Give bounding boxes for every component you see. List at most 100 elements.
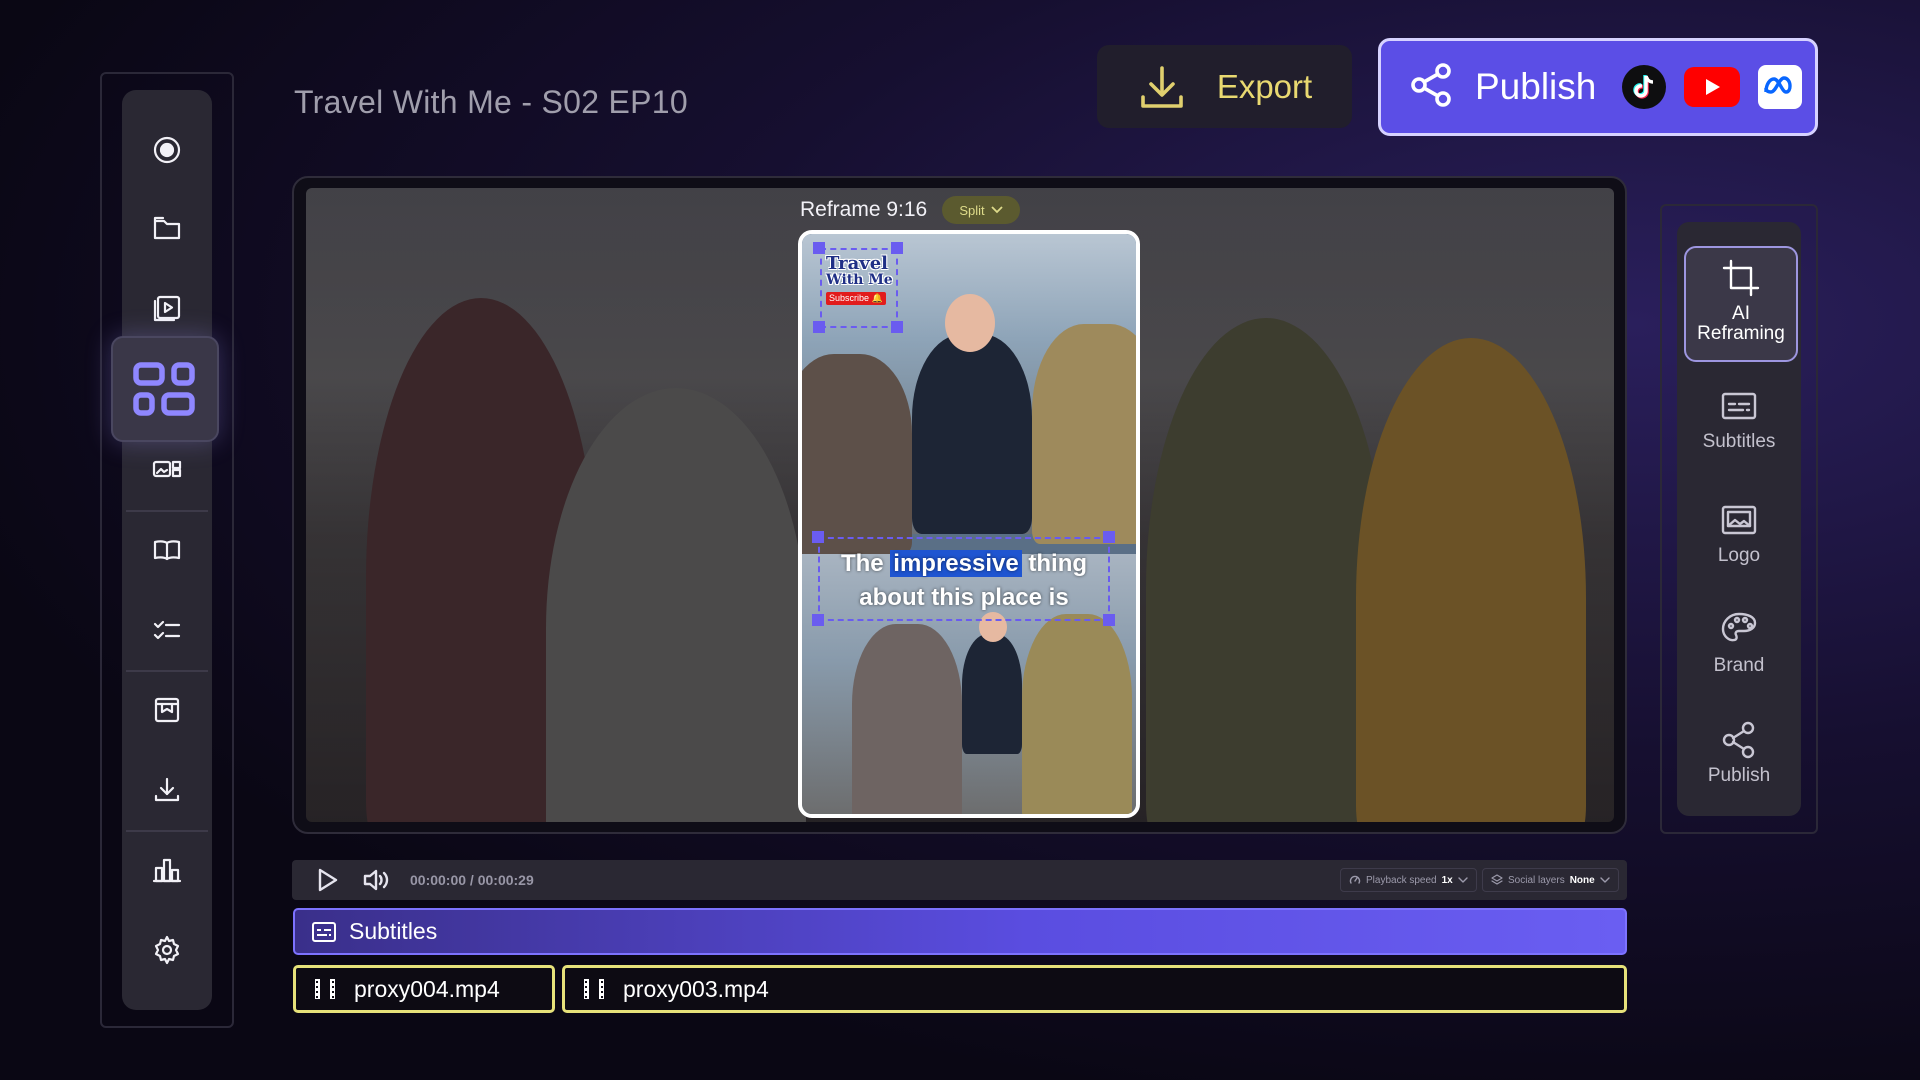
subtitles-track[interactable]: Subtitles bbox=[293, 908, 1627, 955]
logo-tool[interactable]: Logo bbox=[1686, 500, 1792, 566]
caption-text: The impressive thing about this place is bbox=[820, 547, 1108, 615]
logo-overlay[interactable]: Travel With Me Subscribe 🔔 bbox=[820, 248, 898, 328]
analytics-icon bbox=[152, 858, 182, 883]
tasks-button[interactable] bbox=[122, 600, 212, 660]
resize-handle[interactable] bbox=[891, 321, 903, 333]
publish-label: Publish bbox=[1475, 66, 1597, 107]
split-label: Split bbox=[959, 202, 985, 218]
publish-tool[interactable]: Publish bbox=[1686, 720, 1792, 786]
sidebar-divider bbox=[126, 830, 208, 832]
ai-reframing-label-2: Reframing bbox=[1697, 323, 1785, 344]
share-icon bbox=[1722, 721, 1755, 759]
record-button[interactable] bbox=[122, 120, 212, 180]
projects-button[interactable] bbox=[122, 198, 212, 258]
analytics-button[interactable] bbox=[122, 840, 212, 900]
sidebar bbox=[122, 90, 212, 1010]
archive-button[interactable] bbox=[122, 680, 212, 740]
play-icon[interactable] bbox=[314, 867, 340, 893]
transport-bar: 00:00:00 / 00:00:29 Playback speed 1x So… bbox=[292, 860, 1627, 900]
presenter bbox=[912, 334, 1032, 534]
gear-icon bbox=[154, 935, 180, 965]
playback-speed-dropdown[interactable]: Playback speed 1x bbox=[1340, 868, 1477, 892]
publish-button[interactable]: Publish bbox=[1378, 38, 1818, 136]
subtitles-track-label: Subtitles bbox=[349, 918, 438, 944]
export-button[interactable]: Export bbox=[1097, 45, 1352, 128]
download-button[interactable] bbox=[122, 760, 212, 820]
caption-line-2: about this place is bbox=[859, 584, 1069, 611]
folder-icon bbox=[153, 216, 181, 240]
logo-tool-label: Logo bbox=[1717, 545, 1761, 566]
channel-logo: Travel With Me Subscribe 🔔 bbox=[826, 255, 896, 306]
logo-title-line2: With Me bbox=[826, 272, 893, 288]
resize-handle[interactable] bbox=[812, 531, 824, 543]
caption-word: thing bbox=[1028, 550, 1088, 577]
ai-reframing-label-1: AI bbox=[1732, 303, 1750, 324]
background-person bbox=[1146, 318, 1386, 822]
brand-tool-label: Brand bbox=[1713, 655, 1765, 676]
clip-filename: proxy003.mp4 bbox=[623, 975, 769, 1002]
resize-handle[interactable] bbox=[813, 242, 825, 254]
caption-overlay[interactable]: The impressive thing about this place is bbox=[818, 537, 1110, 621]
subtitles-icon bbox=[1721, 392, 1757, 420]
brand-tool[interactable]: Brand bbox=[1686, 610, 1792, 676]
sidebar-divider bbox=[126, 670, 208, 672]
settings-button[interactable] bbox=[122, 920, 212, 980]
project-title: Travel With Me - S02 EP10 bbox=[294, 84, 688, 120]
presenter-head bbox=[945, 294, 995, 352]
crowd-person bbox=[1032, 324, 1136, 544]
docs-button[interactable] bbox=[122, 520, 212, 580]
clip-filename: proxy004.mp4 bbox=[354, 975, 500, 1002]
download-icon bbox=[1141, 65, 1183, 108]
media-layout-button[interactable] bbox=[122, 440, 212, 500]
resize-handle[interactable] bbox=[891, 242, 903, 254]
crowd-person bbox=[802, 354, 912, 554]
social-layers-label: Social layers bbox=[1508, 874, 1565, 886]
record-icon bbox=[153, 136, 181, 164]
chevron-down-icon bbox=[1458, 876, 1468, 883]
video-clip[interactable]: proxy003.mp4 bbox=[562, 965, 1627, 1013]
film-icon bbox=[315, 979, 335, 999]
video-library-button[interactable] bbox=[122, 278, 212, 338]
layout-button[interactable] bbox=[111, 336, 219, 442]
playback-speed-value: 1x bbox=[1441, 874, 1453, 886]
social-layers-value: None bbox=[1569, 874, 1595, 886]
layers-icon bbox=[1491, 874, 1503, 885]
film-icon bbox=[584, 979, 604, 999]
caption-highlight-word: impressive bbox=[890, 550, 1022, 577]
background-person bbox=[1356, 338, 1586, 822]
logo-subscribe: Subscribe 🔔 bbox=[826, 292, 886, 305]
palette-icon bbox=[1721, 612, 1757, 642]
resize-handle[interactable] bbox=[813, 321, 825, 333]
resize-handle[interactable] bbox=[1103, 531, 1115, 543]
social-layers-dropdown[interactable]: Social layers None bbox=[1482, 868, 1619, 892]
crowd-person bbox=[852, 624, 962, 814]
media-layout-icon bbox=[152, 460, 182, 478]
ai-reframing-tool[interactable]: AI Reframing bbox=[1684, 246, 1798, 362]
download-icon bbox=[154, 777, 180, 802]
subtitles-tool-label: Subtitles bbox=[1702, 431, 1776, 452]
book-icon bbox=[153, 540, 181, 561]
share-icon bbox=[1407, 60, 1457, 115]
presenter bbox=[962, 634, 1022, 754]
subtitles-tool[interactable]: Subtitles bbox=[1686, 386, 1792, 452]
resize-handle[interactable] bbox=[1103, 614, 1115, 626]
meta-icon[interactable] bbox=[1758, 65, 1803, 109]
volume-icon[interactable] bbox=[362, 867, 392, 893]
split-dropdown[interactable]: Split bbox=[942, 196, 1020, 224]
resize-handle[interactable] bbox=[812, 614, 824, 626]
speedometer-icon bbox=[1349, 875, 1361, 884]
youtube-icon[interactable] bbox=[1684, 67, 1741, 107]
timecode: 00:00:00 / 00:00:29 bbox=[410, 872, 534, 888]
chevron-down-icon bbox=[1600, 876, 1610, 883]
video-clip[interactable]: proxy004.mp4 bbox=[293, 965, 555, 1013]
playback-speed-label: Playback speed bbox=[1366, 874, 1437, 886]
publish-tool-label: Publish bbox=[1707, 765, 1771, 786]
reframe-label: Reframe 9:16 bbox=[800, 198, 928, 221]
tiktok-icon[interactable] bbox=[1622, 65, 1667, 109]
background-person bbox=[546, 388, 806, 822]
sidebar-divider bbox=[126, 510, 208, 512]
image-icon bbox=[1721, 505, 1757, 535]
export-label: Export bbox=[1216, 67, 1313, 105]
caption-word: The bbox=[840, 550, 884, 577]
crop-icon bbox=[1722, 259, 1760, 297]
